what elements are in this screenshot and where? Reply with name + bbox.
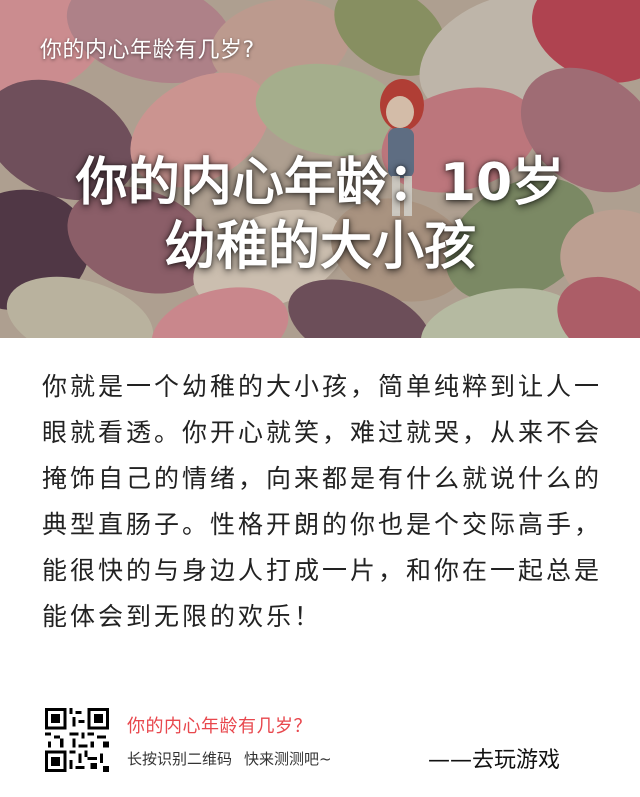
hero-illustration: 你的内心年龄有几岁? 你的内心年龄：10岁 幼稚的大小孩 — [0, 0, 640, 338]
qr-code-icon[interactable] — [45, 708, 109, 772]
scan-qr-hint: 长按识别二维码 — [127, 750, 233, 768]
brand-signature: ——去玩游戏 — [428, 748, 561, 773]
footer: 你的内心年龄有几岁？ 长按识别二维码 快来测测吧~ ——去玩游戏 — [0, 690, 640, 797]
footer-quiz-title[interactable]: 你的内心年龄有几岁？ — [127, 712, 312, 738]
result-type-title: 幼稚的大小孩 — [163, 217, 476, 277]
page-header-title: 你的内心年龄有几岁? — [40, 38, 255, 63]
footer-hint: 长按识别二维码 快来测测吧~ — [127, 748, 332, 769]
call-to-action: 快来测测吧~ — [244, 750, 332, 768]
result-description: 你就是一个幼稚的大小孩，简单纯粹到让人一眼就看透。你开心就笑，难过就哭，从来不会… — [42, 372, 603, 631]
